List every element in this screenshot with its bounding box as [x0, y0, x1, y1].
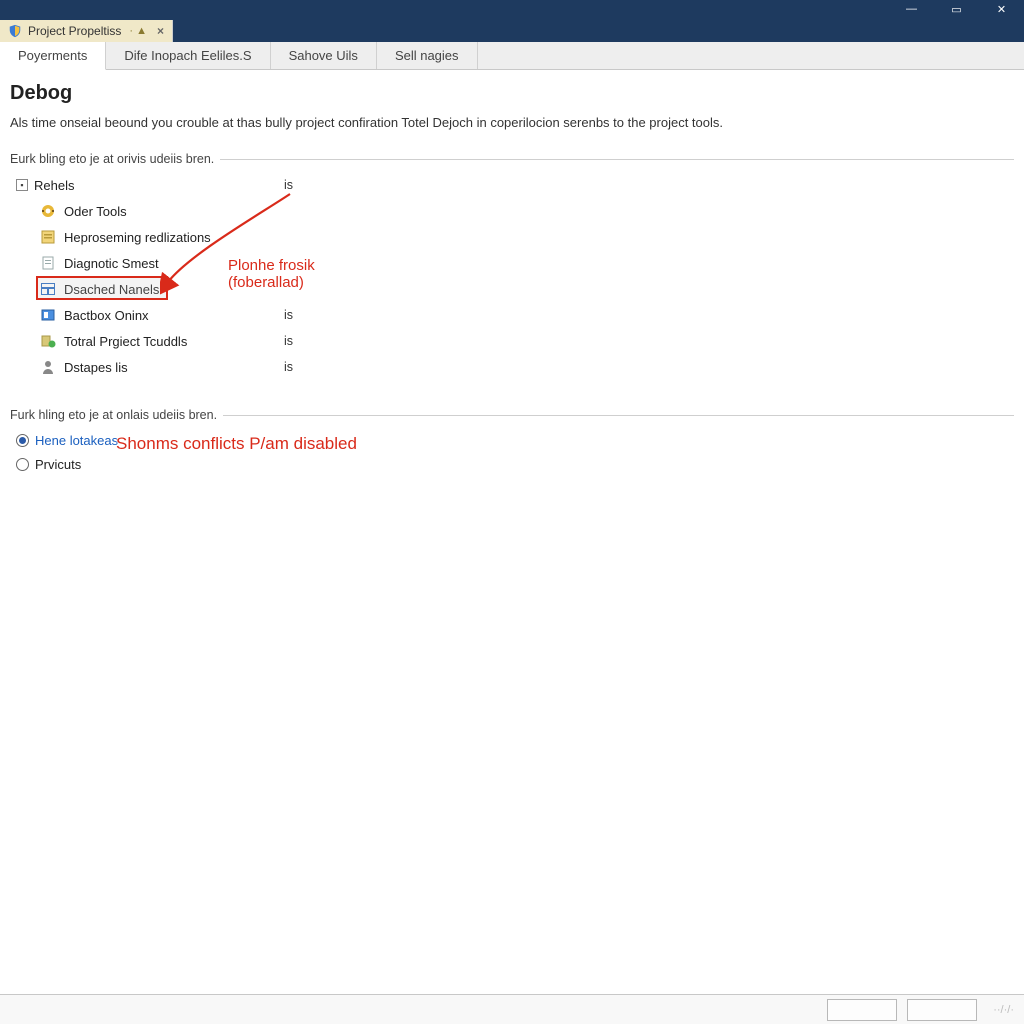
tree-item-label: Bactbox Oninx: [64, 308, 149, 323]
group-header-2: Furk hling eto je at onlais udeiis bren.: [10, 408, 1014, 422]
radio-checked-icon: [16, 434, 29, 447]
tree-item-totral-project[interactable]: Totral Prgiect Tcuddls is: [10, 328, 1014, 354]
options-tree: ▪ Rehels is Oder Tools Heproseming redli…: [10, 172, 1014, 380]
tree-item-label: Diagnotic Smest: [64, 256, 159, 271]
tree-item-dsached-nanels[interactable]: Dsached Nanels: [10, 276, 1014, 302]
group-header-1-label: Eurk bling eto je at orivis udeiis bren.: [10, 152, 214, 166]
tree-root-label: Rehels: [34, 178, 74, 193]
gear-green-icon: [40, 333, 56, 349]
group-header-2-label: Furk hling eto je at onlais udeiis bren.: [10, 408, 217, 422]
tab-dife-inopach[interactable]: Dife Inopach Eeliles.S: [106, 42, 270, 69]
table-blue-icon: [40, 281, 56, 297]
page-title: Debog: [10, 82, 1014, 105]
tab-poyerments[interactable]: Poyerments: [0, 42, 106, 70]
tree-root-row[interactable]: ▪ Rehels is: [10, 172, 1014, 198]
tree-item-dstapes[interactable]: Dstapes lis is: [10, 354, 1014, 380]
radio-label: Hene lotakeas: [35, 433, 118, 448]
tree-item-diagnotic[interactable]: Diagnotic Smest: [10, 250, 1014, 276]
status-bar: ··/·/·: [0, 994, 1024, 1024]
tree-item-oder-tools[interactable]: Oder Tools: [10, 198, 1014, 224]
tree-root-value: is: [284, 178, 314, 192]
divider: [223, 415, 1014, 416]
category-tabs: Poyerments Dife Inopach Eeliles.S Sahove…: [0, 42, 1024, 70]
window-titlebar: — ▭ ✕: [0, 0, 1024, 18]
document-tab-strip: Project Propeltiss · ▲ ×: [0, 18, 1024, 42]
radio-hene-lotakeas[interactable]: Hene lotakeas: [10, 428, 1014, 452]
radio-prvicuts[interactable]: Prvicuts: [10, 452, 1014, 476]
content-area: Poyerments Dife Inopach Eeliles.S Sahove…: [0, 42, 1024, 994]
maximize-button[interactable]: ▭: [934, 0, 979, 18]
tree-item-value: is: [284, 308, 314, 322]
close-button[interactable]: ✕: [979, 0, 1024, 18]
radio-label: Prvicuts: [35, 457, 81, 472]
tab-sell-nagies[interactable]: Sell nagies: [377, 42, 478, 69]
statusbar-button-1[interactable]: [827, 999, 897, 1021]
tree-item-heproseming[interactable]: Heproseming redlizations: [10, 224, 1014, 250]
document-tab-extras: · ▲: [129, 25, 147, 37]
radio-group: Hene lotakeas Prvicuts: [10, 428, 1014, 476]
tab-close-icon[interactable]: ×: [157, 24, 164, 38]
tree-item-value: is: [284, 334, 314, 348]
minimize-button[interactable]: —: [889, 0, 934, 18]
tree-item-label: Oder Tools: [64, 204, 127, 219]
page-description: Als time onseial beound you crouble at t…: [10, 115, 1014, 130]
window-controls: — ▭ ✕: [889, 0, 1024, 18]
expander-icon[interactable]: ▪: [16, 179, 28, 191]
document-tab-active[interactable]: Project Propeltiss · ▲ ×: [0, 20, 173, 42]
person-icon: [40, 359, 56, 375]
document-yellow-icon: [40, 229, 56, 245]
tree-item-label: Heproseming redlizations: [64, 230, 211, 245]
shield-icon: [8, 24, 22, 38]
panel-blue-icon: [40, 307, 56, 323]
tree-item-label: Dstapes lis: [64, 360, 128, 375]
divider: [220, 159, 1014, 160]
tree-item-bactbox[interactable]: Bactbox Oninx is: [10, 302, 1014, 328]
statusbar-trailing: ··/·/·: [993, 1004, 1014, 1016]
tree-item-value: is: [284, 360, 314, 374]
statusbar-button-2[interactable]: [907, 999, 977, 1021]
tab-sahove-uils[interactable]: Sahove Uils: [271, 42, 377, 69]
tree-item-label: Totral Prgiect Tcuddls: [64, 334, 187, 349]
page-body: Debog Als time onseial beound you croubl…: [0, 70, 1024, 476]
gear-icon: [40, 203, 56, 219]
radio-unchecked-icon: [16, 458, 29, 471]
document-tab-label: Project Propeltiss: [28, 24, 121, 38]
group-header-1: Eurk bling eto je at orivis udeiis bren.: [10, 152, 1014, 166]
tree-item-label: Dsached Nanels: [64, 282, 159, 297]
page-icon: [40, 255, 56, 271]
